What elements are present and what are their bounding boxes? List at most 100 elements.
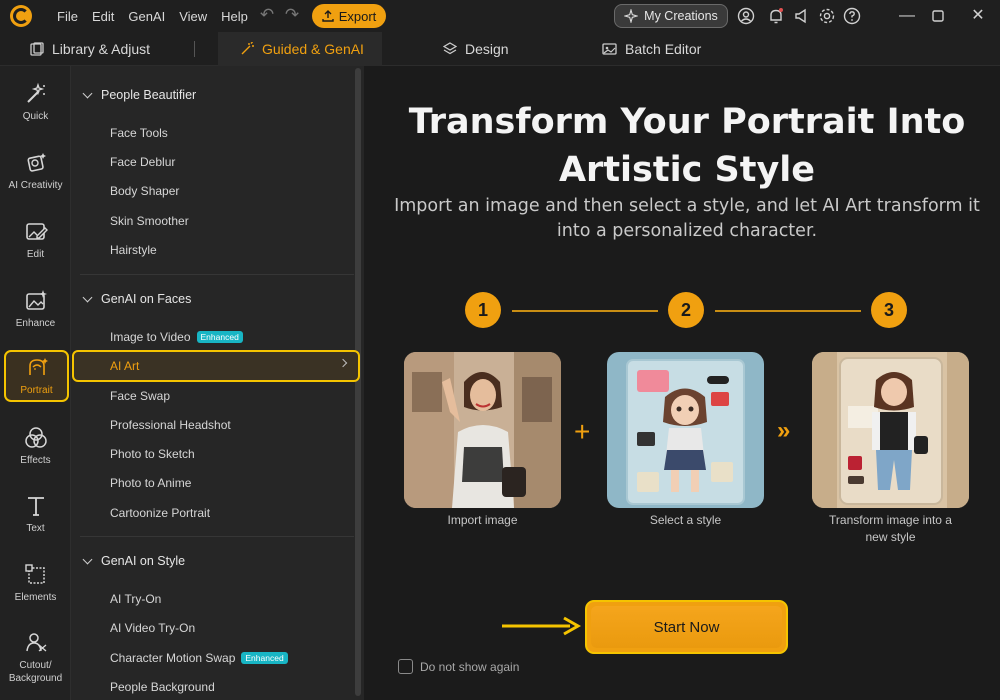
- app-logo-icon: [10, 5, 32, 27]
- step-caption-2: Select a style: [607, 512, 764, 529]
- wand-stars-icon: [26, 82, 45, 103]
- section-title: People Beautifier: [101, 88, 197, 102]
- maximize-icon[interactable]: [928, 6, 948, 26]
- menu-help[interactable]: Help: [221, 9, 248, 24]
- menu-item-people-background[interactable]: People Background: [110, 680, 215, 694]
- enhanced-badge: Enhanced: [241, 652, 288, 664]
- minimize-icon[interactable]: —: [897, 6, 917, 26]
- menu-item-ai-try-on[interactable]: AI Try-On: [110, 592, 161, 606]
- select-style-illustration: [607, 352, 764, 508]
- double-chevron-right-icon: »: [777, 417, 791, 444]
- menu-view[interactable]: View: [179, 9, 207, 24]
- caption-line: Transform image into a: [829, 513, 952, 527]
- menu-item-character-motion-swap[interactable]: Character Motion Swap Enhanced: [110, 651, 288, 665]
- redo-icon[interactable]: ↷: [283, 6, 301, 24]
- rail-item-text[interactable]: Text: [0, 494, 71, 534]
- export-button[interactable]: Export: [312, 4, 386, 28]
- menu-genai[interactable]: GenAI: [128, 9, 165, 24]
- rail-item-portrait[interactable]: Portrait: [4, 350, 69, 402]
- menu-item-face-swap[interactable]: Face Swap: [110, 389, 170, 403]
- menu-item-label: Face Deblur: [110, 155, 176, 169]
- account-icon[interactable]: [737, 7, 755, 25]
- subtitle-line: into a personalized character.: [556, 221, 818, 241]
- menu-item-skin-smoother[interactable]: Skin Smoother: [110, 214, 189, 228]
- menu-item-label: Image to Video: [110, 330, 191, 344]
- menu-item-label: AI Video Try-On: [110, 621, 196, 635]
- settings-gear-icon[interactable]: [818, 7, 836, 25]
- rail-item-quick[interactable]: Quick: [0, 82, 71, 122]
- rail-item-edit[interactable]: Edit: [0, 220, 71, 260]
- menu-item-body-shaper[interactable]: Body Shaper: [110, 184, 179, 198]
- menu-item-ai-art[interactable]: AI Art: [110, 359, 139, 373]
- menu-item-ai-video-try-on[interactable]: AI Video Try-On: [110, 621, 195, 635]
- effects-circles-icon: [24, 427, 47, 448]
- rail-label: Cutout/ Background: [8, 660, 63, 684]
- tab-label: Batch Editor: [625, 41, 702, 57]
- menu-item-face-tools[interactable]: Face Tools: [110, 126, 168, 140]
- menu-item-face-deblur[interactable]: Face Deblur: [110, 155, 175, 169]
- title-line: Transform Your Portrait Into: [408, 102, 966, 142]
- menu-item-professional-headshot[interactable]: Professional Headshot: [110, 418, 231, 432]
- batch-images-icon: [602, 43, 617, 55]
- section-divider: [80, 274, 354, 275]
- section-title: GenAI on Faces: [101, 292, 192, 306]
- step-caption-1: Import image: [404, 512, 561, 529]
- export-label: Export: [338, 8, 377, 24]
- menu-edit[interactable]: Edit: [92, 9, 114, 24]
- panel-scrollbar[interactable]: [355, 68, 361, 696]
- rail-item-effects[interactable]: Effects: [0, 426, 71, 466]
- edit-image-icon: [25, 223, 48, 240]
- checkbox-label: Do not show again: [420, 660, 520, 674]
- rail-item-elements[interactable]: Elements: [0, 563, 71, 603]
- menu-item-photo-to-sketch[interactable]: Photo to Sketch: [110, 447, 195, 461]
- caption-line: new style: [865, 530, 916, 544]
- menu-bar: File Edit GenAI View Help: [57, 0, 262, 32]
- menu-item-label: Cartoonize Portrait: [110, 506, 211, 520]
- menu-item-image-to-video[interactable]: Image to Video Enhanced: [110, 330, 243, 344]
- tab-design[interactable]: Design: [443, 32, 509, 66]
- start-now-button[interactable]: Start Now: [585, 600, 788, 654]
- my-creations-button[interactable]: My Creations: [614, 4, 728, 28]
- menu-item-cartoonize-portrait[interactable]: Cartoonize Portrait: [110, 506, 210, 520]
- tab-label: Design: [465, 41, 509, 57]
- menu-item-label: Hairstyle: [110, 243, 157, 257]
- text-icon: [27, 497, 44, 516]
- menu-item-label: Professional Headshot: [110, 418, 231, 432]
- close-icon[interactable]: ✕: [968, 6, 988, 26]
- section-divider: [80, 536, 354, 537]
- tab-separator: [194, 41, 195, 57]
- do-not-show-again-checkbox[interactable]: [398, 659, 413, 674]
- subtitle-line: Import an image and then select a style,…: [394, 196, 980, 216]
- tab-guided-genai[interactable]: Guided & GenAI: [218, 32, 382, 66]
- rail-item-cutout-background[interactable]: Cutout/ Background: [0, 630, 71, 685]
- menu-item-label: People Background: [110, 680, 215, 694]
- help-icon[interactable]: [843, 7, 861, 25]
- menu-item-label: Body Shaper: [110, 184, 180, 198]
- plus-icon: +: [574, 416, 591, 447]
- tab-label: Library & Adjust: [52, 41, 151, 57]
- tab-library-adjust[interactable]: Library & Adjust: [30, 32, 150, 66]
- step-connector: [512, 310, 658, 312]
- caption-line: Select a style: [649, 513, 722, 527]
- section-genai-on-style[interactable]: GenAI on Style: [82, 554, 185, 568]
- rail-item-enhance[interactable]: Enhance: [0, 289, 71, 329]
- menu-item-label: AI Try-On: [110, 592, 162, 606]
- menu-item-label: AI Art: [110, 359, 140, 373]
- chevron-down-icon: [82, 292, 93, 302]
- rail-label: Enhance: [15, 318, 56, 329]
- announcement-icon[interactable]: [793, 7, 811, 25]
- layers-icon: [443, 42, 457, 55]
- chevron-down-icon: [82, 88, 93, 98]
- enhanced-badge: Enhanced: [196, 331, 243, 343]
- menu-item-hairstyle[interactable]: Hairstyle: [110, 243, 157, 257]
- undo-icon[interactable]: ↶: [258, 6, 276, 24]
- section-genai-on-faces[interactable]: GenAI on Faces: [82, 292, 192, 306]
- notification-bell-icon[interactable]: [767, 7, 785, 25]
- menu-item-label: Face Tools: [110, 126, 168, 140]
- ai-creativity-icon: [26, 153, 46, 172]
- menu-file[interactable]: File: [57, 9, 78, 24]
- section-people-beautifier[interactable]: People Beautifier: [82, 88, 197, 102]
- tab-batch-editor[interactable]: Batch Editor: [602, 32, 701, 66]
- rail-item-ai-creativity[interactable]: AI Creativity: [0, 151, 71, 191]
- menu-item-photo-to-anime[interactable]: Photo to Anime: [110, 476, 191, 490]
